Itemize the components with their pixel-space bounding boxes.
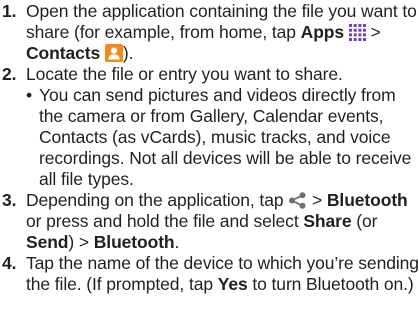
step-number: 3. <box>2 190 17 210</box>
step-number: 4. <box>2 253 17 273</box>
step-text: Locate the file or entry you want to sha… <box>26 64 343 84</box>
step-text: to turn Bluetooth on.) <box>247 274 414 294</box>
step-text: ) > <box>68 232 94 252</box>
step-text: (or <box>351 211 378 231</box>
share-label: Share <box>303 211 352 231</box>
step-3: 3. Depending on the application, tap > B… <box>2 190 419 253</box>
step-2: 2. Locate the file or entry you want to … <box>2 64 419 190</box>
bluetooth-label: Bluetooth <box>93 232 175 252</box>
step-text: or press and hold the file and select <box>26 211 304 231</box>
separator: > <box>307 190 327 210</box>
steps-list: 1. Open the application containing the f… <box>2 1 419 295</box>
step-1: 1. Open the application containing the f… <box>2 1 419 64</box>
send-label: Send <box>26 232 69 252</box>
step-text: Depending on the application, tap <box>26 190 289 210</box>
separator: > <box>365 22 381 42</box>
apps-grid-icon <box>348 24 366 41</box>
step-4: 4. Tap the name of the device to which y… <box>2 253 419 295</box>
step-text-end: . <box>174 232 180 252</box>
instructions-page: 1. Open the application containing the f… <box>0 0 419 329</box>
share-icon <box>289 192 306 209</box>
yes-label: Yes <box>217 274 248 294</box>
bullet-text: You can send pictures and videos directl… <box>39 85 412 189</box>
step-2-bullets: • You can send pictures and videos direc… <box>26 85 419 190</box>
apps-label: Apps <box>300 22 345 42</box>
contacts-icon <box>104 44 123 62</box>
step-number: 1. <box>2 1 17 21</box>
bullet-marker: • <box>26 85 33 105</box>
step-number: 2. <box>2 64 17 84</box>
contacts-label: Contacts <box>26 43 101 63</box>
bluetooth-label: Bluetooth <box>326 190 408 210</box>
bullet-item: • You can send pictures and videos direc… <box>26 85 419 190</box>
step-text-end: ). <box>122 43 134 63</box>
